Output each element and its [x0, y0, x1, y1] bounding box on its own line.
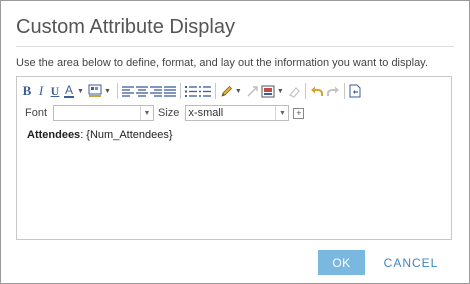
redo-icon	[326, 82, 340, 100]
cancel-button[interactable]: CANCEL	[379, 250, 443, 275]
size-select-value: x-small	[188, 107, 224, 119]
view-source-icon[interactable]	[349, 82, 361, 100]
italic-icon[interactable]: I	[35, 82, 47, 100]
size-label: Size	[158, 107, 180, 119]
font-select[interactable]: ▼	[53, 105, 155, 121]
plus-icon[interactable]: +	[293, 107, 305, 119]
align-right-icon[interactable]	[149, 82, 162, 100]
unlink-icon	[246, 82, 259, 100]
toolbar-separator	[343, 83, 345, 99]
font-label: Font	[25, 107, 48, 119]
align-left-icon[interactable]	[121, 82, 134, 100]
font-color-letter: A	[64, 82, 73, 97]
insert-image-icon[interactable]	[261, 82, 275, 100]
title-divider	[16, 46, 454, 47]
formatting-toolbar: B I U A ▼ ▼ ▼ ▼	[21, 81, 363, 101]
toolbar-separator	[179, 83, 181, 99]
toolbar-separator	[116, 83, 118, 99]
custom-attribute-dialog: Custom Attribute Display Use the area be…	[0, 0, 470, 284]
align-center-icon[interactable]	[135, 82, 148, 100]
bold-icon[interactable]: B	[21, 82, 33, 100]
pencil-icon[interactable]	[220, 82, 233, 100]
font-color-icon[interactable]: A	[63, 82, 75, 100]
undo-icon[interactable]	[310, 82, 324, 100]
chevron-down-icon[interactable]: ▼	[235, 88, 242, 95]
underline-icon[interactable]: U	[49, 82, 61, 100]
ordered-list-icon[interactable]	[184, 82, 197, 100]
unordered-list-icon[interactable]	[198, 82, 211, 100]
justify-icon[interactable]	[163, 82, 176, 100]
chevron-down-icon[interactable]: ▼	[104, 88, 111, 95]
chevron-down-icon[interactable]: ▼	[140, 106, 153, 120]
chevron-down-icon[interactable]: ▼	[275, 106, 288, 120]
size-select[interactable]: x-small ▼	[185, 105, 290, 121]
toolbar-separator	[304, 83, 306, 99]
highlight-color-icon[interactable]	[88, 82, 102, 100]
editor-content[interactable]: Attendees: {Num_Attendees}	[27, 129, 173, 141]
rich-text-editor[interactable]: B I U A ▼ ▼ ▼ ▼ Font ▼ Size x-small ▼ + …	[16, 76, 452, 240]
font-color-swatch	[64, 95, 74, 98]
eraser-icon	[288, 82, 301, 100]
ok-button[interactable]: OK	[318, 250, 365, 275]
dialog-title: Custom Attribute Display	[16, 16, 235, 38]
chevron-down-icon[interactable]: ▼	[77, 88, 84, 95]
field-token: {Num_Attendees}	[83, 129, 173, 141]
toolbar-separator	[214, 83, 216, 99]
field-label: Attendees	[27, 129, 81, 141]
chevron-down-icon[interactable]: ▼	[277, 88, 284, 95]
instructions-text: Use the area below to define, format, an…	[16, 57, 428, 69]
font-toolbar: Font ▼ Size x-small ▼ +	[21, 103, 305, 123]
